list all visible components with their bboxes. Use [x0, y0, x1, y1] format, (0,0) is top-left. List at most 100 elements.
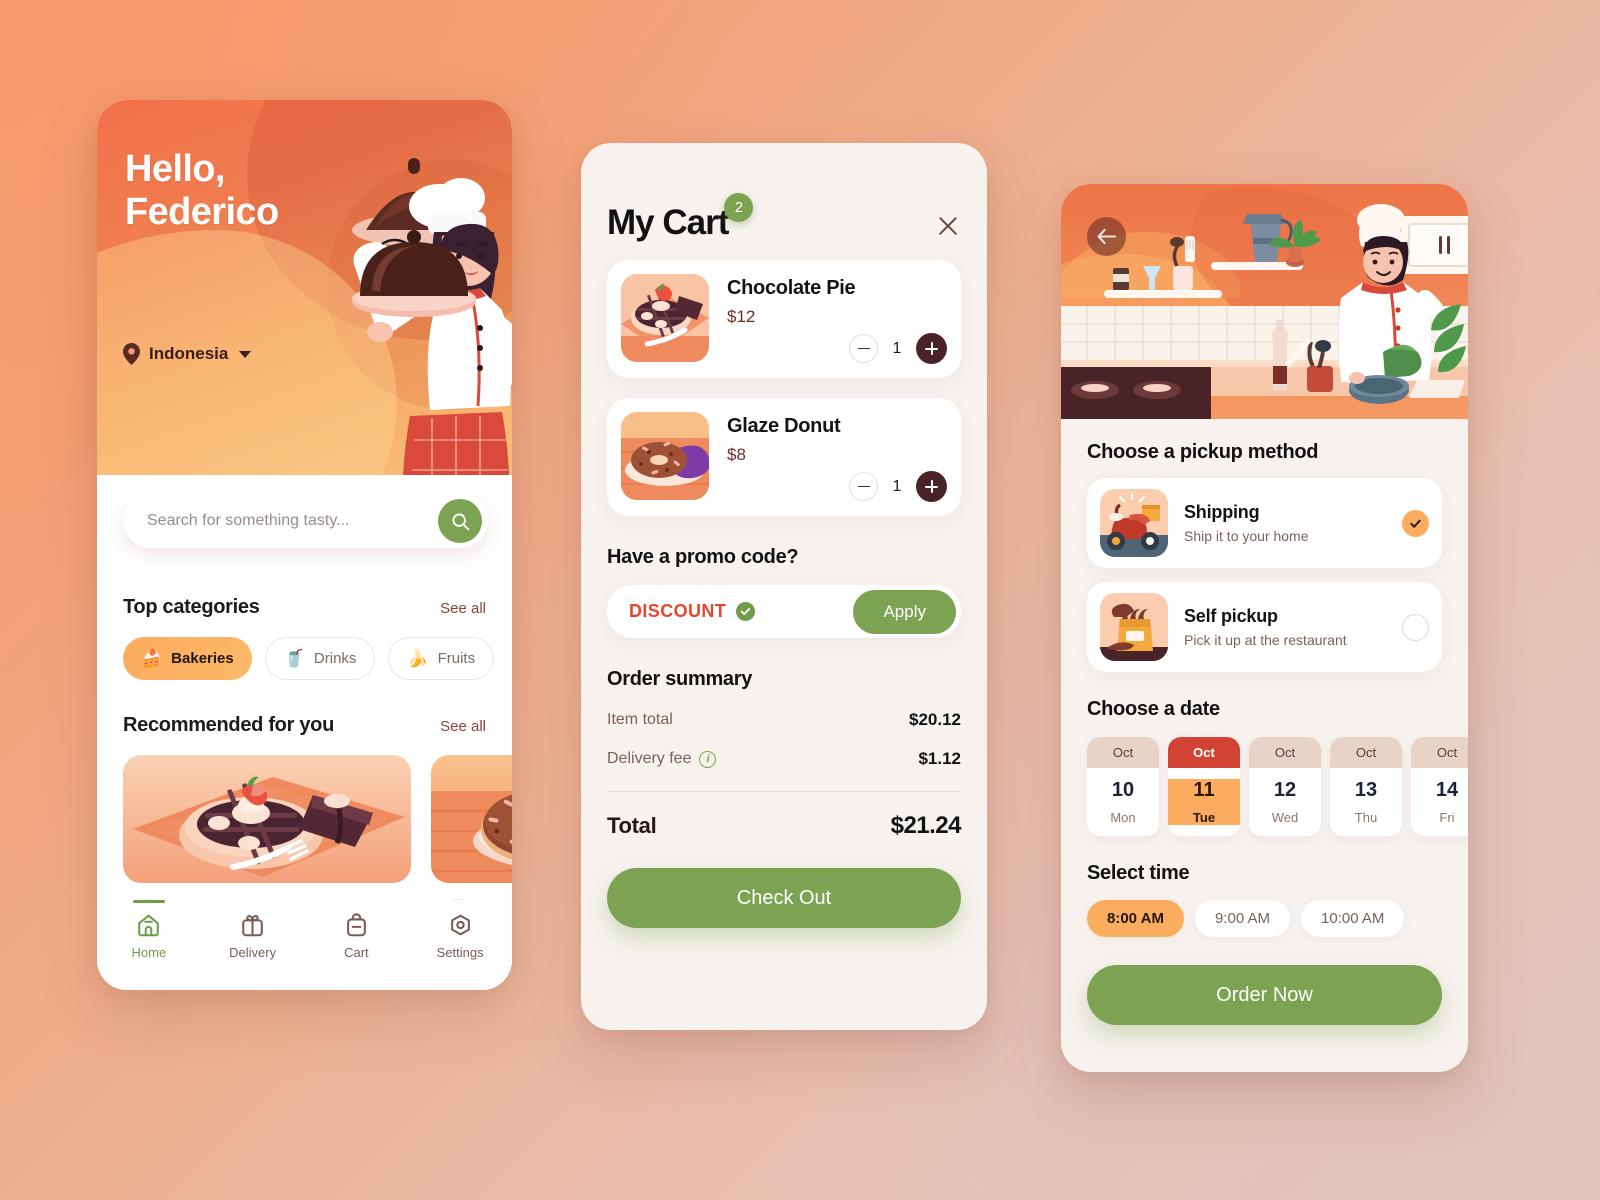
time-chip-10am[interactable]: 10:00 AM [1301, 900, 1405, 937]
chevron-down-icon [239, 350, 252, 358]
pickup-method-title: Choose a pickup method [1087, 441, 1319, 463]
date-card-11[interactable]: Oct 11 Tue [1168, 737, 1240, 836]
recommended-header: Recommended for you See all [123, 714, 486, 737]
pickup-method-radio-selected[interactable] [1402, 509, 1429, 537]
greeting: Hello, Federico [125, 148, 279, 233]
pickup-method-desc: Pick it up at the restaurant [1184, 632, 1347, 648]
date-weekday: Fri [1439, 810, 1455, 825]
pickup-method-name: Self pickup [1184, 606, 1278, 626]
date-card-10[interactable]: Oct 10 Mon [1087, 737, 1159, 836]
tab-cart[interactable]: Cart [305, 912, 409, 960]
date-card-13[interactable]: Oct 13 Thu [1330, 737, 1402, 836]
back-button[interactable] [1087, 217, 1126, 256]
category-chip-fruits[interactable]: 🍌 Fruits [388, 637, 495, 680]
order-now-button[interactable]: Order Now [1087, 965, 1442, 1025]
quantity-value: 1 [892, 339, 902, 357]
tab-delivery[interactable]: Delivery [201, 912, 305, 960]
scooter-icon [1100, 489, 1168, 557]
promo-code-field[interactable]: DISCOUNT Apply [607, 585, 961, 638]
search-icon [451, 512, 469, 530]
summary-row-delivery-fee: Delivery fee i $1.12 [607, 749, 961, 769]
pickup-method-self-pickup[interactable]: Self pickup Pick it up at the restaurant [1087, 582, 1442, 672]
cart-header: My Cart 2 [607, 193, 961, 240]
date-weekday: Thu [1354, 810, 1378, 825]
cart-item-price: $12 [727, 307, 756, 326]
date-card-12[interactable]: Oct 12 Wed [1249, 737, 1321, 836]
juice-glass-icon: 🥤 [283, 649, 305, 668]
close-icon[interactable] [935, 213, 961, 239]
time-chip-8am[interactable]: 8:00 AM [1087, 900, 1184, 937]
date-day: 12 [1273, 779, 1297, 801]
greeting-line1: Hello, [125, 148, 225, 190]
home-header: Hello, Federico Indonesia [97, 100, 512, 475]
date-day: 13 [1354, 779, 1378, 801]
search-bar[interactable]: Search for something tasty... [123, 494, 488, 548]
category-chip-drinks[interactable]: 🥤 Drinks [264, 637, 376, 680]
date-card-14[interactable]: Oct 14 Fri [1411, 737, 1468, 836]
category-chip-bakeries[interactable]: 🍰 Bakeries [123, 637, 252, 680]
date-weekday: Wed [1271, 810, 1299, 825]
cake-slice-icon: 🍰 [141, 649, 163, 668]
pickup-method-name: Shipping [1184, 502, 1260, 522]
arrow-left-icon [1097, 228, 1116, 245]
gear-hex-icon [450, 914, 470, 936]
check-circle-icon [736, 602, 756, 621]
pickup-method-text: Self pickup Pick it up at the restaurant [1184, 606, 1386, 648]
glaze-donut-image [431, 755, 512, 883]
cart-item-meta: Glaze Donut $8 1 [727, 412, 947, 502]
phone-screen-checkout: Choose a pickup method Shipping Ship it … [1061, 184, 1468, 1072]
tab-label: Settings [436, 945, 484, 960]
quantity-stepper: 1 [727, 333, 947, 364]
cart-item-chocolate-pie[interactable]: Chocolate Pie $12 1 [607, 260, 961, 378]
info-icon[interactable]: i [699, 750, 717, 768]
pickup-method-shipping[interactable]: Shipping Ship it to your home [1087, 478, 1442, 568]
category-chip-label: Bakeries [171, 650, 234, 667]
summary-label: Item total [607, 711, 673, 728]
pickup-method-text: Shipping Ship it to your home [1184, 502, 1386, 544]
cart-item-glaze-donut[interactable]: Glaze Donut $8 1 [607, 398, 961, 516]
quantity-stepper: 1 [727, 471, 947, 502]
apply-promo-button[interactable]: Apply [853, 589, 956, 634]
promo-code-value[interactable]: DISCOUNT [629, 601, 726, 622]
search-input[interactable]: Search for something tasty... [147, 512, 438, 530]
summary-value: $1.12 [918, 749, 961, 768]
phone-screen-home: Hello, Federico Indonesia Search for som… [97, 100, 512, 990]
summary-row-total: Total $21.24 [607, 812, 962, 840]
category-chip-list: 🍰 Bakeries 🥤 Drinks 🍌 Fruits [123, 637, 495, 680]
summary-label-group: Delivery fee i [607, 750, 717, 768]
decrease-quantity-button[interactable] [849, 334, 878, 363]
total-value: $21.24 [890, 812, 962, 839]
decrease-quantity-button[interactable] [849, 472, 878, 501]
date-picker: Oct 10 Mon Oct 11 Tue Oct 12 Wed Oct 13 … [1087, 737, 1468, 836]
increase-quantity-button[interactable] [916, 333, 947, 364]
bottom-tab-bar: Home Delivery Cart Settings [97, 900, 512, 990]
summary-row-item-total: Item total $20.12 [607, 710, 961, 730]
increase-quantity-button[interactable] [916, 471, 947, 502]
date-month: Oct [1249, 737, 1321, 768]
cart-item-price: $8 [727, 445, 746, 464]
total-label: Total [607, 813, 657, 838]
location-selector[interactable]: Indonesia [123, 343, 252, 365]
chef-woman-illustration [352, 158, 512, 475]
pickup-method-radio-unselected[interactable] [1402, 613, 1429, 641]
date-day: 14 [1435, 779, 1459, 801]
date-month: Oct [1330, 737, 1402, 768]
quantity-value: 1 [892, 477, 902, 495]
bag-icon [346, 913, 366, 937]
order-summary-title: Order summary [607, 668, 753, 690]
categories-see-all-link[interactable]: See all [440, 600, 486, 617]
checkout-button[interactable]: Check Out [607, 868, 961, 928]
time-chip-9am[interactable]: 9:00 AM [1194, 900, 1291, 937]
date-weekday: Tue [1192, 810, 1216, 825]
checkout-content: Choose a pickup method Shipping Ship it … [1061, 419, 1468, 1025]
gift-icon [242, 915, 263, 937]
tab-settings[interactable]: Settings [408, 912, 512, 960]
cart-item-thumbnail [621, 274, 709, 362]
recommended-see-all-link[interactable]: See all [440, 718, 486, 735]
tab-home[interactable]: Home [97, 900, 201, 960]
cart-content: My Cart 2 Chocolate Pie $12 1 Glaze Donu… [581, 143, 987, 1030]
search-button[interactable] [438, 499, 482, 543]
pickup-method-desc: Ship it to your home [1184, 528, 1309, 544]
active-tab-indicator [132, 900, 165, 903]
greeting-line2: Federico [125, 190, 279, 233]
